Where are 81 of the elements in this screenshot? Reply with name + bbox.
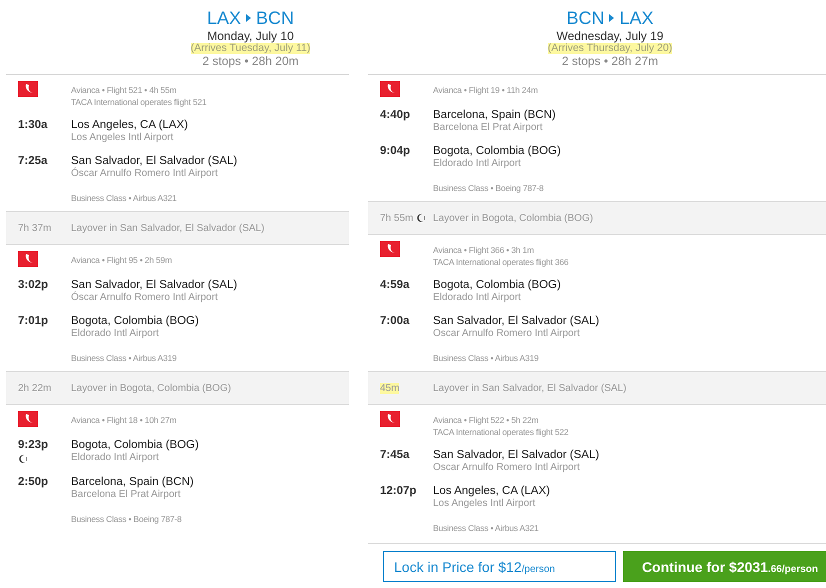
airport-name: Eldorado Intl Airport <box>433 292 522 303</box>
airport-name: Eldorado Intl Airport <box>433 158 522 169</box>
city-name: Bogota, Colombia (BOG) <box>71 315 199 328</box>
flight-time: 4:40p <box>380 109 412 122</box>
flight-info: Avianca • Flight 366 • 3h 1m <box>433 245 535 255</box>
airport-name: Los Angeles Intl Airport <box>71 132 174 143</box>
airline-logo-icon <box>18 411 38 427</box>
layover-text: Layover in San Salvador, El Salvador (SAL) <box>71 222 264 234</box>
operator-note: TACA International operates flight 521 <box>71 97 206 107</box>
flight-info: Avianca • Flight 521 • 4h 55m <box>71 85 178 95</box>
moon-icon <box>18 454 28 464</box>
layover-duration: 7h 37m <box>18 222 52 234</box>
destination-code: BCN <box>256 8 294 28</box>
layover-duration: 2h 22m <box>18 382 52 394</box>
city-name: San Salvador, El Salvador (SAL) <box>433 449 600 462</box>
cabin-info: Business Class • Airbus A321 <box>433 523 540 533</box>
operator-note: TACA International operates flight 522 <box>433 427 568 437</box>
moon-icon <box>416 213 426 223</box>
city-name: Los Angeles, CA (LAX) <box>71 119 188 132</box>
airport-name: Eldorado Intl Airport <box>71 452 160 463</box>
city-name: San Salvador, El Salvador (SAL) <box>71 155 238 167</box>
city-name: Barcelona, Spain (BCN) <box>433 109 556 122</box>
departure-date: Wednesday, July 19 <box>556 30 664 43</box>
city-name: Bogota, Colombia (BOG) <box>433 145 561 158</box>
arrow-icon <box>609 14 614 22</box>
flight-info: Avianca • Flight 19 • 11h 24m <box>433 85 538 95</box>
operator-note: TACA International operates flight 366 <box>433 257 568 267</box>
flight-time: 7:00a <box>380 315 410 328</box>
airline-logo-icon <box>380 241 400 257</box>
layover-text: Layover in San Salvador, El Salvador (SAL) <box>433 382 626 394</box>
layover-text: Layover in Bogota, Colombia (BOG) <box>71 382 232 394</box>
flight-time: 1:30a <box>18 119 48 132</box>
airport-name: Eldorado Intl Airport <box>71 328 160 339</box>
city-name: San Salvador, El Salvador (SAL) <box>71 279 238 291</box>
trip-summary: 2 stops • 28h 27m <box>562 54 658 68</box>
city-name: Los Angeles, CA (LAX) <box>433 485 550 498</box>
airline-logo-icon <box>18 251 38 267</box>
flight-time: 2:50p <box>18 476 50 489</box>
airline-logo-icon <box>18 81 38 97</box>
cabin-info: Business Class • Airbus A319 <box>71 353 178 363</box>
airport-name: Barcelona El Prat Airport <box>71 489 182 500</box>
flight-time: 9:23p <box>18 439 50 452</box>
flight-time: 3:02p <box>18 279 50 292</box>
flight-info: Avianca • Flight 18 • 10h 27m <box>71 415 176 425</box>
city-name: San Salvador, El Salvador (SAL) <box>433 315 600 328</box>
airport-name: Óscar Arnulfo Romero Intl Airport <box>71 292 219 303</box>
continue-button[interactable]: Continue for $2031.66/person <box>623 551 826 582</box>
trip-summary: 2 stops • 28h 20m <box>202 54 299 68</box>
flight-time: 9:04p <box>380 145 412 158</box>
airline-logo-icon <box>380 81 400 97</box>
layover-text: Layover in Bogota, Colombia (BOG) <box>433 212 594 224</box>
airport-name: Los Angeles Intl Airport <box>433 498 536 509</box>
lock-price-button[interactable]: Lock in Price for $12/person <box>383 551 616 582</box>
cabin-info: Business Class • Boeing 787-8 <box>433 183 545 193</box>
cabin-info: Business Class • Airbus A321 <box>71 193 178 203</box>
airport-name: Óscar Arnulfo Romero Intl Airport <box>71 168 219 179</box>
airport-name: Oscar Arnulfo Romero Intl Airport <box>433 462 581 473</box>
cabin-info: Business Class • Airbus A319 <box>433 353 540 363</box>
city-name: Barcelona, Spain (BCN) <box>71 476 194 489</box>
layover-duration: 45m <box>380 382 400 394</box>
flight-info: Avianca • Flight 522 • 5h 22m <box>433 415 540 425</box>
flight-time: 12:07p <box>380 485 418 498</box>
arrival-date: (Arrives Tuesday, July 11) <box>190 43 310 54</box>
airport-name: Barcelona El Prat Airport <box>433 122 544 133</box>
cabin-info: Business Class • Boeing 787-8 <box>71 514 183 524</box>
flight-time: 4:59a <box>380 279 410 292</box>
origin-code: LAX <box>206 8 241 28</box>
city-name: Bogota, Colombia (BOG) <box>71 439 199 452</box>
destination-code: LAX <box>619 8 654 28</box>
arrow-icon <box>246 14 251 22</box>
airline-logo-icon <box>380 411 400 427</box>
departure-date: Monday, July 10 <box>207 30 294 43</box>
flight-time: 7:25a <box>18 155 48 168</box>
airport-name: Oscar Arnulfo Romero Intl Airport <box>433 328 581 339</box>
flight-time: 7:01p <box>18 315 50 328</box>
flight-time: 7:45a <box>380 449 410 462</box>
origin-code: BCN <box>566 8 604 28</box>
city-name: Bogota, Colombia (BOG) <box>433 279 561 292</box>
layover-duration: 7h 55m <box>380 212 414 224</box>
flight-info: Avianca • Flight 95 • 2h 59m <box>71 255 172 265</box>
arrival-date: (Arrives Thursday, July 20) <box>548 43 672 54</box>
